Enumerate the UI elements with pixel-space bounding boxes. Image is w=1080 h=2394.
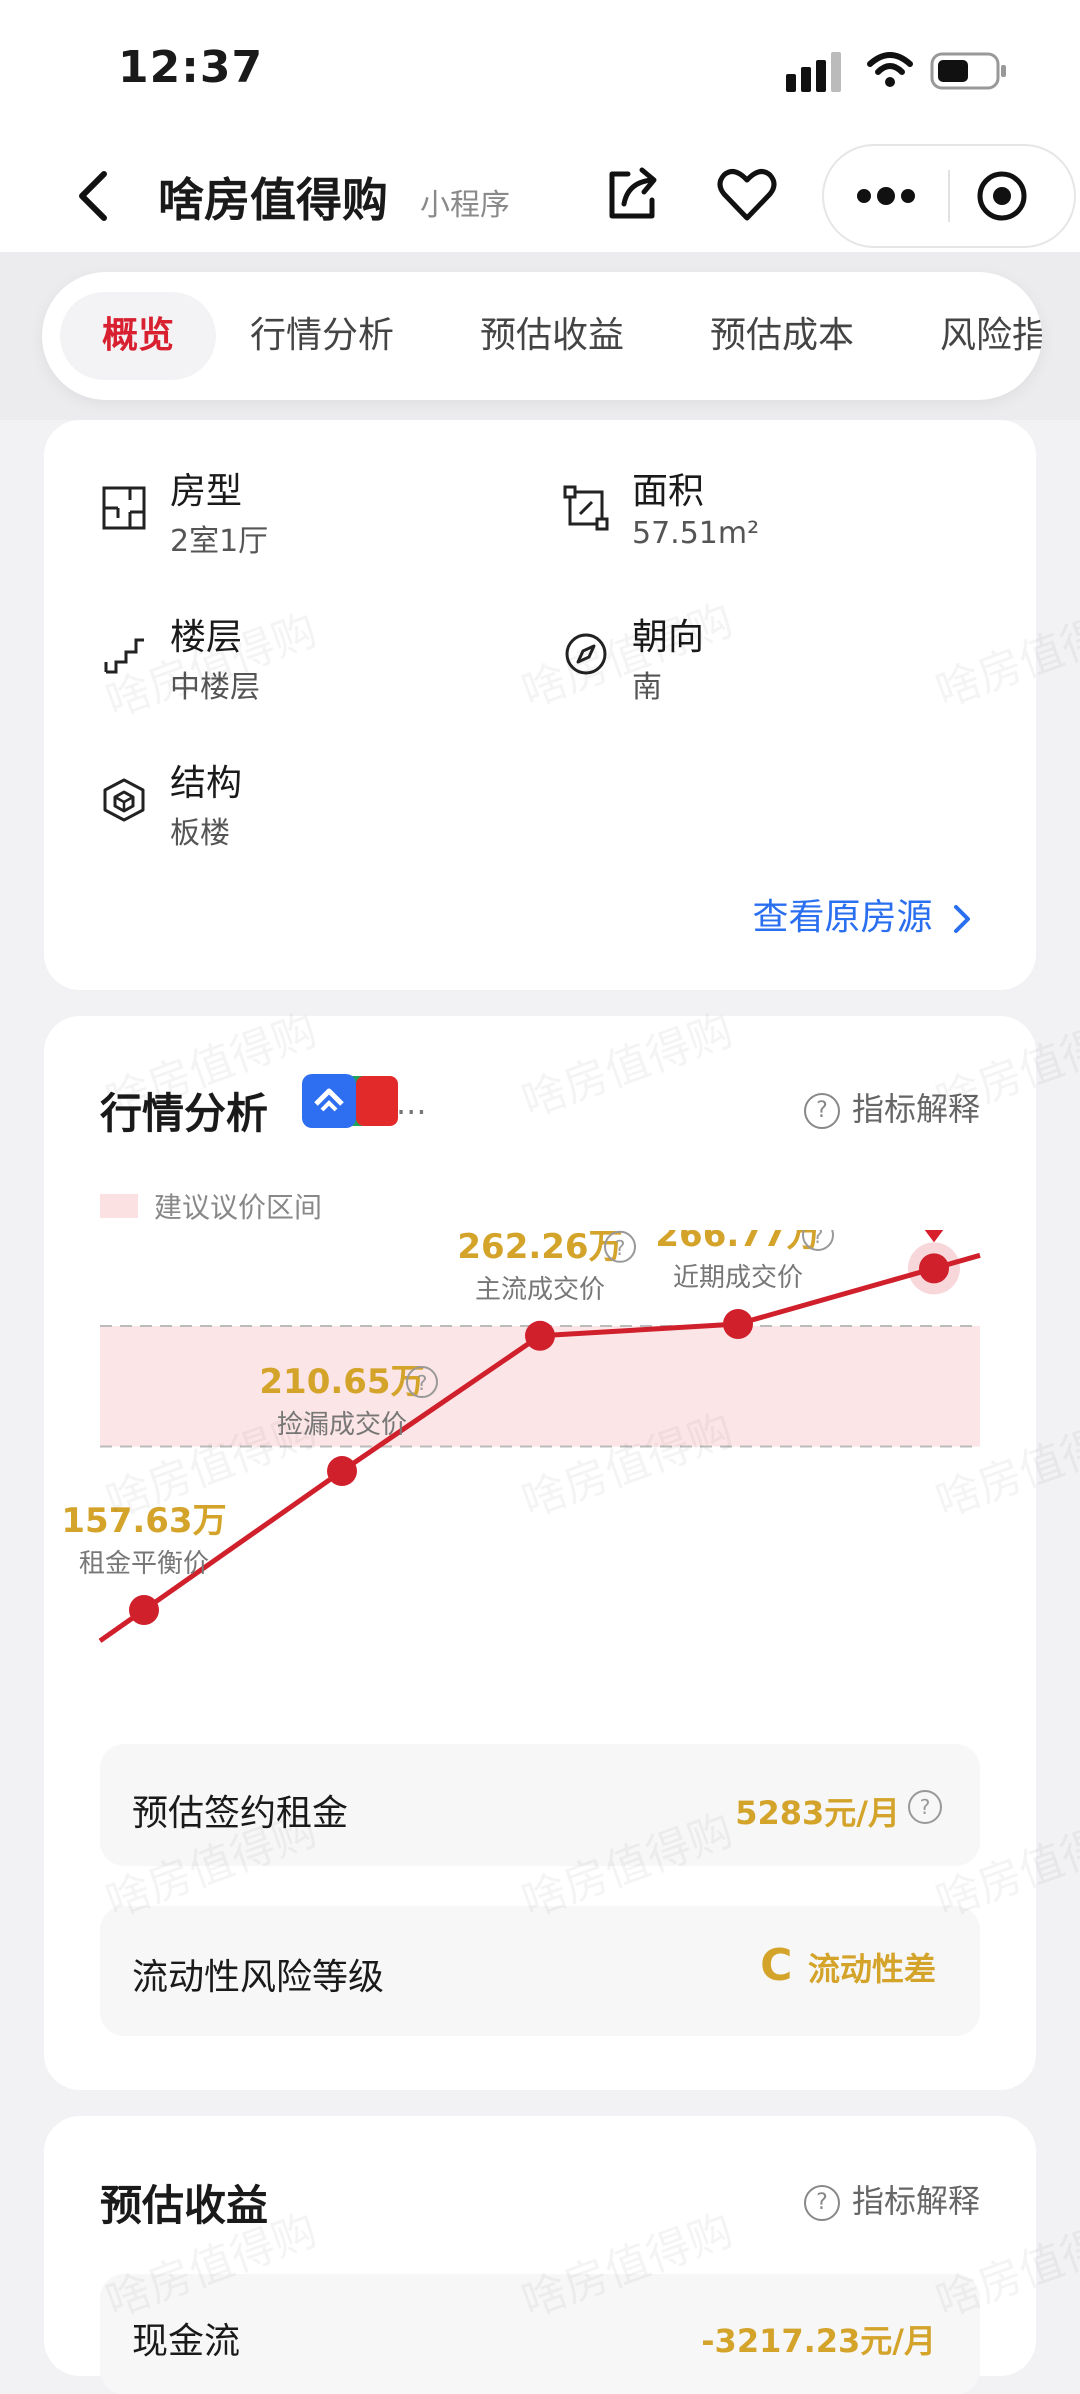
signal-icon (786, 52, 841, 92)
floorplan-icon (102, 486, 146, 530)
attr-label: 面积 (632, 471, 705, 512)
question-icon: ? (803, 1093, 840, 1129)
data-label-name: 租金平衡价 (79, 1549, 209, 1579)
attr-label: 结构 (170, 763, 243, 804)
close-target-icon[interactable] (976, 170, 1028, 222)
rent-row: 预估签约租金 5283元/月 ? (100, 1744, 980, 1866)
attr-label: 楼层 (170, 617, 243, 658)
market-help[interactable]: ? 指标解释 (803, 1084, 980, 1130)
battery-icon (930, 52, 1006, 90)
cashflow-label: 现金流 (132, 2321, 241, 2362)
attr-label: 房型 (170, 471, 243, 512)
source-logo-chevron-icon (314, 1088, 344, 1112)
liquidity-grade-text: 流动性差 (807, 1950, 936, 1988)
price-chart: 157.63万租金平衡价 210.65万? 捡漏成交价 262.26万? 主流成交价 26… (61, 1230, 981, 1643)
tab-income[interactable]: 预估收益 (464, 292, 640, 380)
mini-program-capsule (822, 144, 1076, 248)
question-icon: ? (803, 2185, 840, 2221)
tab-risk[interactable]: 风险指 (924, 292, 1042, 380)
market-card: 行情分析 ... ? 指标解释 建议议价区间 157.63万租金平衡价 210.65… (44, 1016, 1036, 2090)
question-icon-glyph: ? (417, 1371, 428, 1395)
wifi-icon (867, 52, 913, 87)
data-label-name: 近期成交价 (673, 1263, 803, 1293)
question-icon-glyph: ? (813, 1230, 824, 1248)
data-label-value: 262.26万 (457, 1230, 622, 1267)
status-time: 12:37 (118, 42, 264, 93)
nav-bar: 啥房值得购 小程序 (0, 140, 1080, 252)
source-logo-red (356, 1076, 398, 1126)
tooltip-pointer (924, 1230, 944, 1243)
favorite-heart-icon[interactable] (716, 164, 778, 224)
price-line (98, 1252, 981, 1643)
liquidity-label: 流动性风险等级 (132, 1957, 385, 1998)
attr-value: 南 (632, 670, 662, 705)
attr-label: 朝向 (632, 617, 705, 658)
income-card: 预估收益 ? 指标解释 现金流 -3217.23元/月 (44, 2116, 1036, 2394)
rent-label: 预估签约租金 (132, 1793, 349, 1834)
data-point (525, 1320, 555, 1351)
rent-value: 5283元/月 (735, 1794, 900, 1832)
income-help-label: 指标解释 (851, 2182, 980, 2220)
market-title: 行情分析 (100, 1089, 269, 1138)
data-point (327, 1456, 357, 1487)
legend-label: 建议议价区间 (154, 1191, 323, 1224)
area-icon (563, 485, 609, 531)
data-label-value: 266.77万 (655, 1230, 820, 1255)
data-label-name: 主流成交价 (475, 1275, 605, 1305)
income-help[interactable]: ? 指标解释 (803, 2176, 980, 2222)
tab-overview[interactable]: 概览 (60, 292, 217, 380)
source-more[interactable]: ... (396, 1084, 427, 1122)
stairs-icon (104, 638, 144, 674)
question-icon-glyph: ? (615, 1236, 626, 1260)
data-label-value: 210.65万 (259, 1362, 424, 1402)
attr-value: 57.51m² (632, 516, 760, 551)
more-dots-icon[interactable] (854, 182, 918, 210)
mini-program-label: 小程序 (420, 188, 510, 223)
data-point (129, 1595, 159, 1626)
liquidity-grade: C 流动性差 (760, 1940, 936, 1991)
cashflow-value: -3217.23元/月 (701, 2322, 936, 2360)
data-label-name: 捡漏成交价 (277, 1410, 407, 1440)
structure-icon (103, 778, 145, 822)
back-arrow-icon[interactable] (66, 164, 122, 228)
chevron-right-icon (954, 905, 970, 933)
data-point (723, 1308, 753, 1339)
status-bar: 12:37 (0, 0, 1080, 140)
tab-cost[interactable]: 预估成本 (694, 292, 870, 380)
tab-market[interactable]: 行情分析 (234, 292, 410, 380)
attr-value: 板楼 (170, 816, 230, 851)
legend-swatch (100, 1194, 138, 1218)
attr-value: 2室1厅 (170, 524, 269, 559)
compass-icon (565, 633, 607, 675)
market-help-label: 指标解释 (851, 1090, 980, 1128)
liquidity-grade-letter: C (760, 1940, 793, 1991)
section-tabs: 概览 行情分析 预估收益 预估成本 风险指 (42, 272, 1042, 400)
attr-value: 中楼层 (170, 670, 260, 705)
app-title: 啥房值得购 (158, 173, 388, 227)
capsule-divider (948, 170, 950, 222)
view-source-label: 查看原房源 (752, 897, 933, 938)
data-point (919, 1253, 949, 1284)
view-source-link[interactable]: 查看原房源 (753, 888, 974, 940)
cashflow-row: 现金流 -3217.23元/月 (100, 2274, 980, 2394)
income-title: 预估收益 (100, 2181, 269, 2230)
liquidity-row: 流动性风险等级 C 流动性差 (100, 1906, 980, 2036)
question-icon[interactable]: ? (908, 1790, 942, 1824)
data-label-value: 157.63万 (61, 1501, 226, 1541)
share-icon[interactable] (602, 164, 662, 224)
overview-card: 房型 2室1厅 面积 57.51m² 楼层 中楼层 朝向 南 结构 板楼 查看原… (44, 420, 1036, 990)
